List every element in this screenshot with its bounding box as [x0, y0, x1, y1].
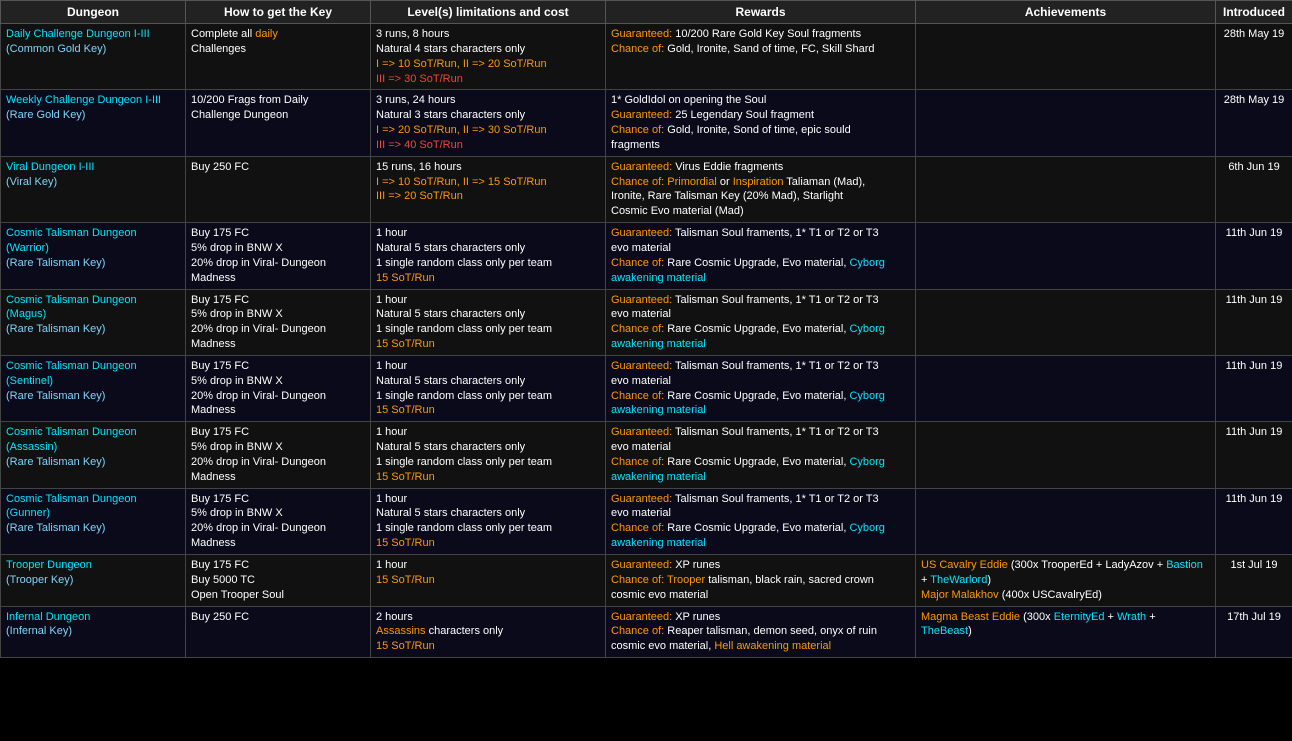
dungeon-sub: (Viral Key): [6, 176, 57, 188]
introduced-cell: 28th May 19: [1216, 90, 1292, 156]
dungeon-sub: (Rare Talisman Key): [6, 522, 105, 534]
levels-cell: 15 runs, 16 hoursI => 10 SoT/Run, II => …: [371, 156, 606, 222]
levels-cell: 2 hoursAssassins characters only15 SoT/R…: [371, 606, 606, 658]
levels-cell: 3 runs, 24 hoursNatural 3 stars characte…: [371, 90, 606, 156]
dungeon-cell: Trooper Dungeon (Trooper Key): [1, 555, 186, 607]
rewards-cell: Guaranteed: Talisman Soul framents, 1* T…: [606, 289, 916, 355]
rewards-cell: Guaranteed: XP runesChance of: Reaper ta…: [606, 606, 916, 658]
achievements-cell: [916, 90, 1216, 156]
rewards-cell: Guaranteed: Talisman Soul framents, 1* T…: [606, 223, 916, 289]
rewards-cell: Guaranteed: Talisman Soul framents, 1* T…: [606, 355, 916, 421]
dungeon-cell: Cosmic Talisman Dungeon (Sentinel) (Rare …: [1, 355, 186, 421]
dungeon-sub: (Rare Talisman Key): [6, 323, 105, 335]
key-cell: Buy 250 FC: [186, 606, 371, 658]
dungeon-name: Weekly Challenge Dungeon I-III: [6, 94, 161, 106]
introduced-cell: 11th Jun 19: [1216, 422, 1292, 488]
dungeon-sub: (Rare Gold Key): [6, 109, 85, 121]
introduced-cell: 17th Jul 19: [1216, 606, 1292, 658]
header-introduced: Introduced: [1216, 1, 1292, 24]
achievements-cell: [916, 289, 1216, 355]
dungeon-sub: (Common Gold Key): [6, 43, 106, 55]
levels-cell: 1 hourNatural 5 stars characters only1 s…: [371, 488, 606, 554]
key-cell: Buy 250 FC: [186, 156, 371, 222]
introduced-cell: 6th Jun 19: [1216, 156, 1292, 222]
introduced-cell: 11th Jun 19: [1216, 223, 1292, 289]
achievements-cell: [916, 156, 1216, 222]
introduced-cell: 11th Jun 19: [1216, 488, 1292, 554]
introduced-cell: 11th Jun 19: [1216, 355, 1292, 421]
dungeon-name: Trooper Dungeon: [6, 559, 92, 571]
rewards-cell: 1* GoldIdol on opening the SoulGuarantee…: [606, 90, 916, 156]
dungeon-cell: Daily Challenge Dungeon I-III (Common Gol…: [1, 24, 186, 90]
achievements-cell: US Cavalry Eddie (300x TrooperEd + LadyA…: [916, 555, 1216, 607]
key-cell: Buy 175 FC5% drop in BNW X20% drop in Vi…: [186, 289, 371, 355]
dungeon-name: Cosmic Talisman Dungeon (Magus): [6, 294, 137, 321]
introduced-cell: 28th May 19: [1216, 24, 1292, 90]
achievements-cell: [916, 24, 1216, 90]
dungeon-name: Cosmic Talisman Dungeon (Warrior): [6, 227, 137, 254]
levels-cell: 1 hour15 SoT/Run: [371, 555, 606, 607]
key-cell: Buy 175 FC5% drop in BNW X20% drop in Vi…: [186, 355, 371, 421]
achievements-cell: [916, 488, 1216, 554]
dungeon-name: Daily Challenge Dungeon I-III: [6, 28, 150, 40]
dungeon-cell: Viral Dungeon I-III (Viral Key): [1, 156, 186, 222]
achievements-cell: [916, 223, 1216, 289]
header-dungeon: Dungeon: [1, 1, 186, 24]
levels-cell: 1 hourNatural 5 stars characters only1 s…: [371, 223, 606, 289]
key-cell: Buy 175 FCBuy 5000 TCOpen Trooper Soul: [186, 555, 371, 607]
dungeon-cell: Cosmic Talisman Dungeon (Magus) (Rare Tal…: [1, 289, 186, 355]
introduced-cell: 1st Jul 19: [1216, 555, 1292, 607]
dungeon-name: Cosmic Talisman Dungeon (Assassin): [6, 426, 137, 453]
dungeon-cell: Weekly Challenge Dungeon I-III (Rare Gold…: [1, 90, 186, 156]
achievements-cell: [916, 355, 1216, 421]
key-cell: Buy 175 FC5% drop in BNW X20% drop in Vi…: [186, 488, 371, 554]
achievements-cell: [916, 422, 1216, 488]
dungeon-sub: (Trooper Key): [6, 574, 73, 586]
levels-cell: 1 hourNatural 5 stars characters only1 s…: [371, 289, 606, 355]
key-cell: 10/200 Frags from DailyChallenge Dungeon: [186, 90, 371, 156]
dungeon-sub: (Infernal Key): [6, 625, 72, 637]
key-cell: Complete all dailyChallenges: [186, 24, 371, 90]
dungeon-sub: (Rare Talisman Key): [6, 390, 105, 402]
rewards-cell: Guaranteed: Talisman Soul framents, 1* T…: [606, 488, 916, 554]
dungeon-name: Infernal Dungeon: [6, 611, 90, 623]
key-cell: Buy 175 FC5% drop in BNW X20% drop in Vi…: [186, 422, 371, 488]
dungeon-cell: Infernal Dungeon (Infernal Key): [1, 606, 186, 658]
dungeon-name: Cosmic Talisman Dungeon (Sentinel): [6, 360, 137, 387]
key-cell: Buy 175 FC5% drop in BNW X20% drop in Vi…: [186, 223, 371, 289]
levels-cell: 1 hourNatural 5 stars characters only1 s…: [371, 422, 606, 488]
dungeon-cell: Cosmic Talisman Dungeon (Warrior) (Rare T…: [1, 223, 186, 289]
achievements-cell: Magma Beast Eddie (300x EternityEd + Wra…: [916, 606, 1216, 658]
header-key: How to get the Key: [186, 1, 371, 24]
levels-cell: 3 runs, 8 hoursNatural 4 stars character…: [371, 24, 606, 90]
levels-cell: 1 hourNatural 5 stars characters only1 s…: [371, 355, 606, 421]
dungeon-cell: Cosmic Talisman Dungeon (Assassin) (Rare …: [1, 422, 186, 488]
rewards-cell: Guaranteed: XP runesChance of: Trooper t…: [606, 555, 916, 607]
header-achievements: Achievements: [916, 1, 1216, 24]
dungeon-sub: (Rare Talisman Key): [6, 456, 105, 468]
dungeon-name: Viral Dungeon I-III: [6, 161, 94, 173]
introduced-cell: 11th Jun 19: [1216, 289, 1292, 355]
header-levels: Level(s) limitations and cost: [371, 1, 606, 24]
dungeon-cell: Cosmic Talisman Dungeon (Gunner) (Rare Ta…: [1, 488, 186, 554]
dungeon-sub: (Rare Talisman Key): [6, 257, 105, 269]
rewards-cell: Guaranteed: 10/200 Rare Gold Key Soul fr…: [606, 24, 916, 90]
rewards-cell: Guaranteed: Talisman Soul framents, 1* T…: [606, 422, 916, 488]
header-rewards: Rewards: [606, 1, 916, 24]
rewards-cell: Guaranteed: Virus Eddie fragmentsChance …: [606, 156, 916, 222]
dungeon-name: Cosmic Talisman Dungeon (Gunner): [6, 493, 137, 520]
